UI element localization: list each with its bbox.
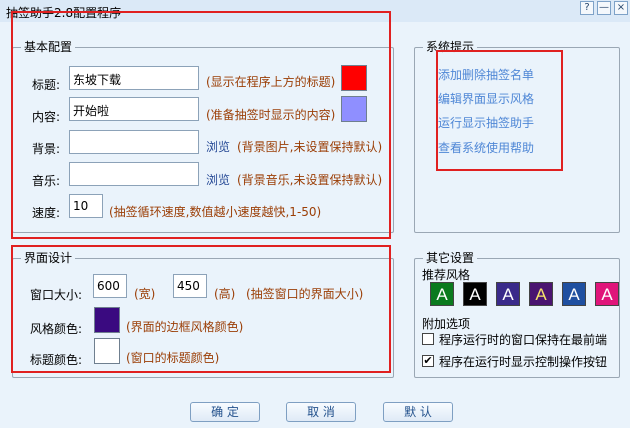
style-preset-button[interactable]: A [463,282,487,306]
cancel-button[interactable]: 取 消 [286,402,356,422]
highlight-box-ui [11,245,391,373]
show-controls-label: 程序在运行时显示控制操作按钮 [439,355,608,369]
style-preset-button[interactable]: A [529,282,553,306]
config-window: 抽签助手2.8配置程序 ? — × 基本配置 标题: 东坡下载 (显示在程序上方… [0,0,630,428]
show-controls-checkbox[interactable]: ✔ [422,355,434,367]
style-preset-button[interactable]: A [430,282,454,306]
style-preset-button[interactable]: A [595,282,619,306]
close-icon[interactable]: × [614,1,628,15]
minimize-icon[interactable]: — [597,1,611,15]
keep-on-top-checkbox[interactable] [422,333,434,345]
extra-options-label: 附加选项 [422,317,471,331]
help-icon[interactable]: ? [580,1,594,15]
ok-button[interactable]: 确 定 [190,402,260,422]
default-button[interactable]: 默 认 [383,402,453,422]
style-preset-button[interactable]: A [562,282,586,306]
style-preset-button[interactable]: A [496,282,520,306]
highlight-box-basic [11,11,391,239]
keep-on-top-label: 程序运行时的窗口保持在最前端 [439,333,608,347]
recommended-styles-label: 推荐风格 [422,268,471,282]
highlight-box-tips [436,50,563,171]
other-settings-legend: 其它设置 [423,251,478,265]
